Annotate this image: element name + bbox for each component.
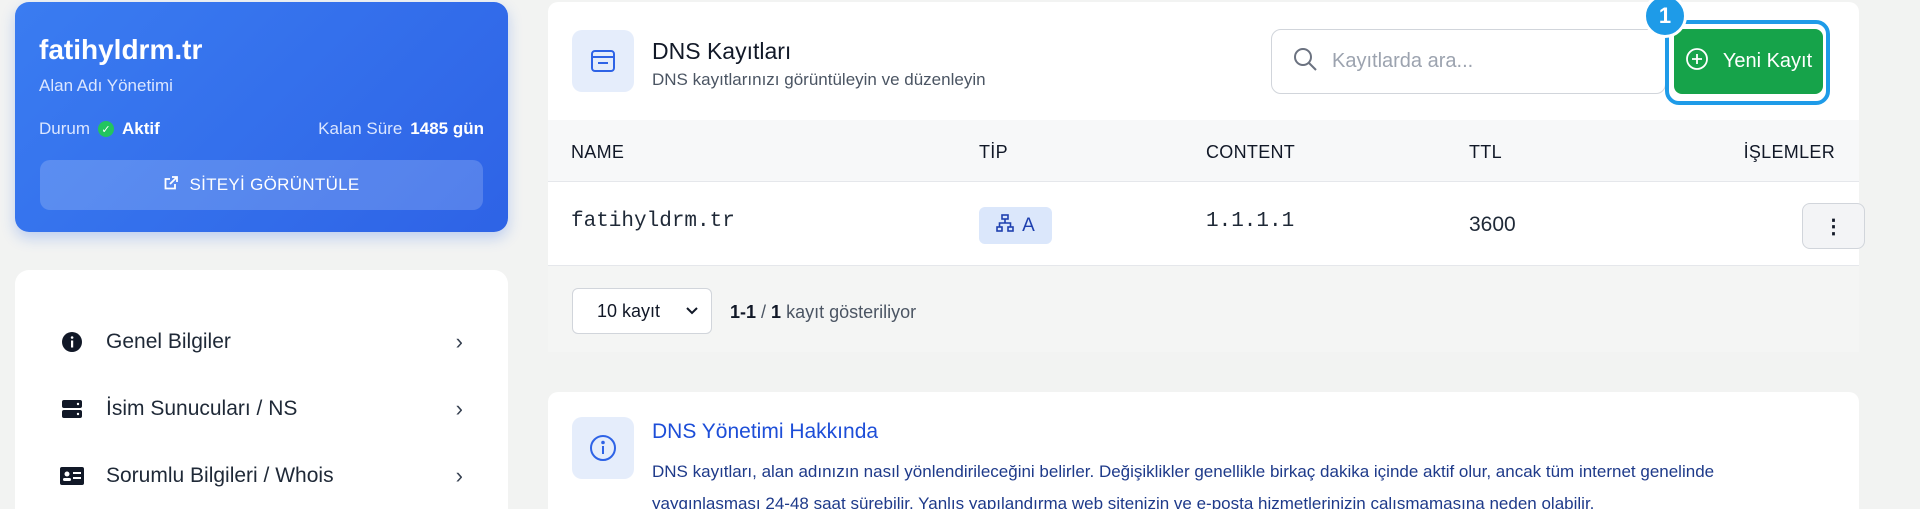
- type-badge: A: [979, 207, 1052, 244]
- dns-title: DNS Kayıtları: [652, 38, 792, 64]
- search-box[interactable]: [1271, 29, 1666, 94]
- record-ttl: 3600: [1469, 213, 1516, 236]
- info-title: DNS Yönetimi Hakkında: [652, 420, 879, 443]
- domain-subtitle: Alan Adı Yönetimi: [39, 76, 173, 95]
- external-link-icon: [163, 175, 179, 196]
- table-header: NAME TİP CONTENT TTL İŞLEMLER: [548, 120, 1859, 182]
- row-actions-button[interactable]: ⋮: [1802, 203, 1865, 249]
- column-header-actions: İŞLEMLER: [1743, 142, 1835, 162]
- per-page-select[interactable]: 10 kayıt: [572, 288, 712, 334]
- domain-name: fatihyldrm.tr: [39, 34, 203, 65]
- column-header-ttl: TTL: [1469, 142, 1502, 162]
- sidebar-item-label: Genel Bilgiler: [106, 330, 231, 353]
- showing-total: 1: [771, 302, 782, 322]
- sidebar-item-label: Sorumlu Bilgileri / Whois: [106, 464, 334, 487]
- new-record-label: Yeni Kayıt: [1722, 50, 1813, 72]
- record-content: 1.1.1.1: [1206, 210, 1295, 233]
- plus-circle-icon: [1685, 47, 1709, 77]
- inbox-icon: [572, 30, 634, 92]
- chevron-right-icon: ›: [455, 329, 463, 354]
- sidebar-item-nameservers[interactable]: İsim Sunucuları / NS ›: [60, 389, 463, 429]
- remaining-value: 1485 gün: [410, 119, 484, 138]
- sidebar-item-whois[interactable]: Sorumlu Bilgileri / Whois ›: [60, 456, 463, 496]
- per-page-value: 10 kayıt: [597, 300, 661, 321]
- server-icon: [60, 398, 84, 420]
- side-menu: Genel Bilgiler › İsim Sunucuları / NS › …: [15, 270, 508, 509]
- showing-suffix: kayıt gösteriliyor: [786, 302, 917, 322]
- chevron-right-icon: ›: [455, 396, 463, 421]
- chevron-down-icon: [685, 303, 699, 319]
- info-circle-icon: [60, 331, 84, 353]
- search-input[interactable]: [1332, 50, 1652, 73]
- record-type: A: [1022, 214, 1035, 236]
- dns-subtitle: DNS kayıtlarınızı görüntüleyin ve düzenl…: [652, 70, 986, 89]
- new-record-button[interactable]: Yeni Kayıt: [1674, 29, 1823, 94]
- pagination-info: 1-1 / 1 kayıt gösteriliyor: [730, 302, 917, 322]
- table-row: fatihyldrm.tr A 1.1.1.1 3600 ⋮: [548, 182, 1865, 266]
- more-vertical-icon: ⋮: [1823, 215, 1844, 238]
- dns-records-panel: DNS Kayıtları DNS kayıtlarınızı görüntül…: [548, 0, 1865, 352]
- status-value: Aktif: [122, 119, 160, 138]
- search-icon: [1292, 46, 1318, 77]
- status-label: Durum: [39, 119, 91, 138]
- column-header-name: NAME: [571, 142, 625, 162]
- info-circle-icon: [572, 417, 634, 479]
- sidebar-item-label: İsim Sunucuları / NS: [106, 397, 298, 420]
- network-icon: [996, 213, 1014, 238]
- domain-card: fatihyldrm.tr Alan Adı Yönetimi Durum ✓ …: [15, 2, 508, 232]
- view-site-button[interactable]: SİTEYİ GÖRÜNTÜLE: [40, 160, 483, 210]
- remaining-label: Kalan Süre: [318, 119, 403, 138]
- view-site-label: SİTEYİ GÖRÜNTÜLE: [189, 175, 360, 194]
- chevron-right-icon: ›: [455, 463, 463, 488]
- id-card-icon: [60, 466, 84, 486]
- status-row: Durum ✓ Aktif Kalan Süre 1485 gün: [39, 119, 484, 139]
- info-panel: DNS Yönetimi Hakkında DNS kayıtları, ala…: [548, 392, 1859, 509]
- showing-range: 1-1: [730, 302, 757, 322]
- check-circle-icon: ✓: [98, 121, 115, 137]
- column-header-content: CONTENT: [1206, 142, 1296, 162]
- record-name: fatihyldrm.tr: [571, 210, 735, 233]
- table-footer: 10 kayıt 1-1 / 1 kayıt gösteriliyor: [548, 266, 1859, 352]
- info-text: DNS kayıtları, alan adınızın nasıl yönle…: [652, 462, 1715, 509]
- sidebar-item-general-info[interactable]: Genel Bilgiler ›: [60, 322, 463, 362]
- column-header-type: TİP: [979, 142, 1008, 162]
